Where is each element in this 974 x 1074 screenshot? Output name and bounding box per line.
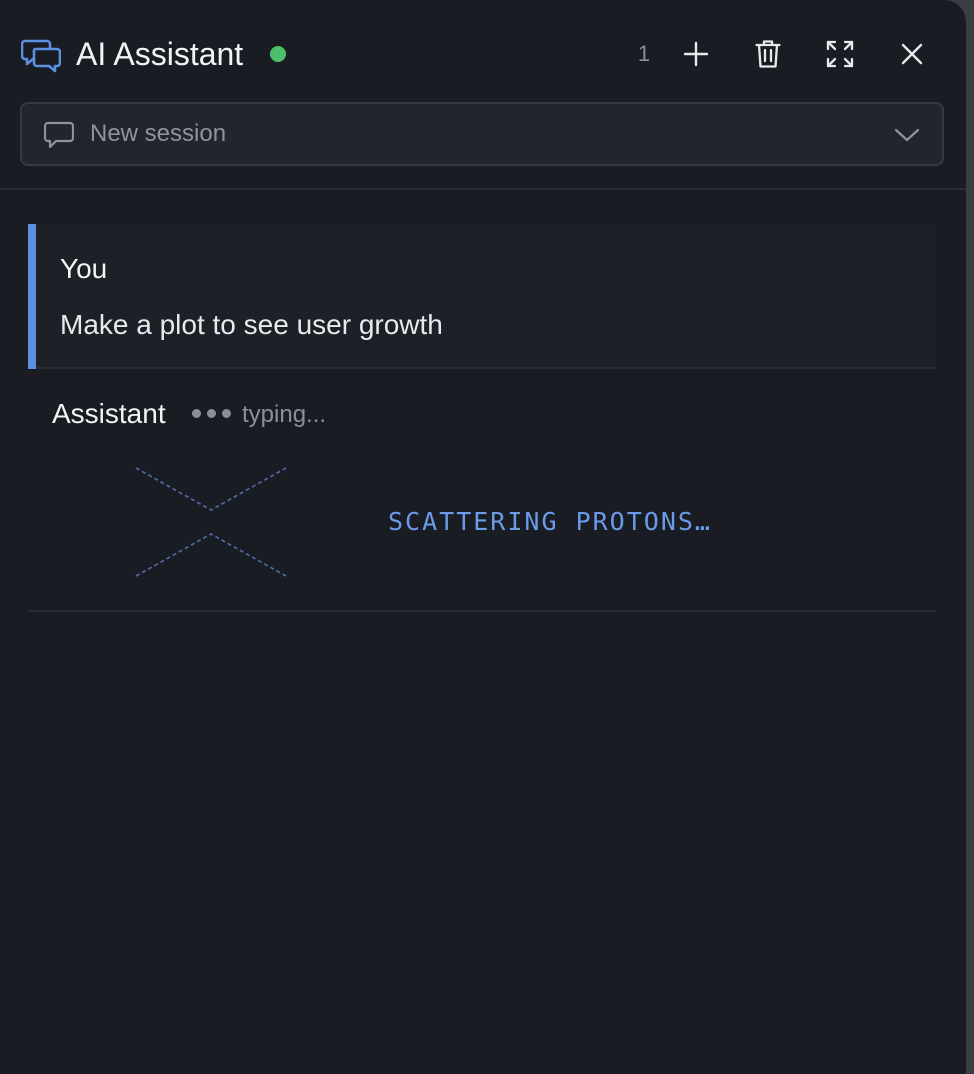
plus-icon: [683, 41, 709, 67]
message-text: Make a plot to see user growth: [60, 309, 443, 340]
typing-indicator: typing...: [242, 401, 327, 428]
new-session-button[interactable]: [674, 32, 718, 76]
loading-status-text: SCATTERING PROTONS…: [388, 507, 712, 536]
status-indicator: [270, 46, 286, 62]
chat-bubbles-icon: [20, 36, 62, 74]
chat-bubble-icon: [43, 121, 75, 149]
session-select[interactable]: New session: [20, 102, 944, 166]
message-author: You: [60, 253, 108, 284]
session-count: 1: [637, 41, 651, 66]
chevron-down-icon: [894, 124, 920, 146]
expand-button[interactable]: [818, 32, 862, 76]
expand-icon: [826, 40, 854, 68]
typing-dots-icon: [192, 409, 236, 419]
message-author: Assistant: [52, 398, 166, 429]
panel-title: AI Assistant: [76, 36, 244, 72]
particle-scatter-icon: [134, 466, 288, 578]
assistant-message: Assistant typing... SCATTERING PROTONS…: [28, 370, 936, 612]
close-icon: [901, 43, 923, 65]
session-select-value: New session: [90, 120, 227, 147]
close-button[interactable]: [890, 32, 934, 76]
delete-session-button[interactable]: [746, 32, 790, 76]
trash-icon: [755, 40, 781, 68]
user-message-accent-bar: [28, 224, 36, 369]
panel-header: AI Assistant 1 New session: [0, 0, 966, 190]
user-message: You Make a plot to see user growth: [28, 224, 936, 369]
ai-assistant-panel: AI Assistant 1 New session You Make a pl…: [0, 0, 966, 1074]
